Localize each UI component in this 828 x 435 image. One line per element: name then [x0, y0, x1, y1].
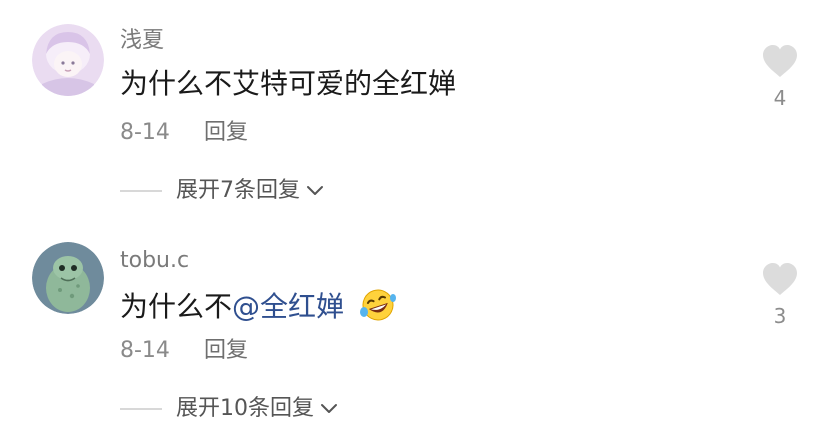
expand-replies-button[interactable]: 展开7条回复 — [120, 180, 324, 202]
like-count: 4 — [773, 86, 787, 110]
reply-button[interactable]: 回复 — [204, 338, 248, 363]
like-count: 3 — [773, 304, 787, 328]
heart-icon — [763, 45, 797, 77]
laughing-tears-emoji-icon — [359, 289, 396, 321]
like-button[interactable]: 4 — [758, 44, 802, 108]
expand-replies-button[interactable]: 展开10条回复 — [120, 398, 338, 420]
chevron-down-icon — [307, 186, 323, 195]
avatar-image — [32, 24, 104, 96]
reply-button[interactable]: 回复 — [204, 120, 248, 145]
comment-meta: 8-14 回复 — [120, 122, 248, 144]
comment-meta: 8-14 回复 — [120, 340, 248, 362]
comment-2: tobu.c 为什么不@全红婵 8-14 回复 3 展开10条回复 — [0, 218, 828, 435]
divider-line — [120, 190, 162, 192]
comment-date: 8-14 — [120, 120, 170, 145]
heart-icon — [763, 263, 797, 295]
chevron-down-icon — [321, 404, 337, 413]
username[interactable]: 浅夏 — [120, 30, 164, 52]
like-button[interactable]: 3 — [758, 262, 802, 326]
comment-date: 8-14 — [120, 338, 170, 363]
avatar-image — [32, 242, 104, 314]
divider-line — [120, 408, 162, 410]
avatar[interactable] — [32, 242, 104, 314]
avatar[interactable] — [32, 24, 104, 96]
expand-replies-label: 展开7条回复 — [176, 178, 300, 203]
username[interactable]: tobu.c — [120, 250, 189, 272]
comment-text: 为什么不艾特可爱的全红婵 — [120, 67, 457, 100]
comment-text-prefix: 为什么不 — [120, 290, 233, 323]
expand-replies-label: 展开10条回复 — [176, 396, 314, 421]
comment-1: 浅夏 为什么不艾特可爱的全红婵 8-14 回复 4 展开7条回复 — [0, 0, 828, 218]
mention-link[interactable]: @全红婵 — [232, 290, 344, 323]
comment-text: 为什么不@全红婵 — [120, 288, 397, 322]
